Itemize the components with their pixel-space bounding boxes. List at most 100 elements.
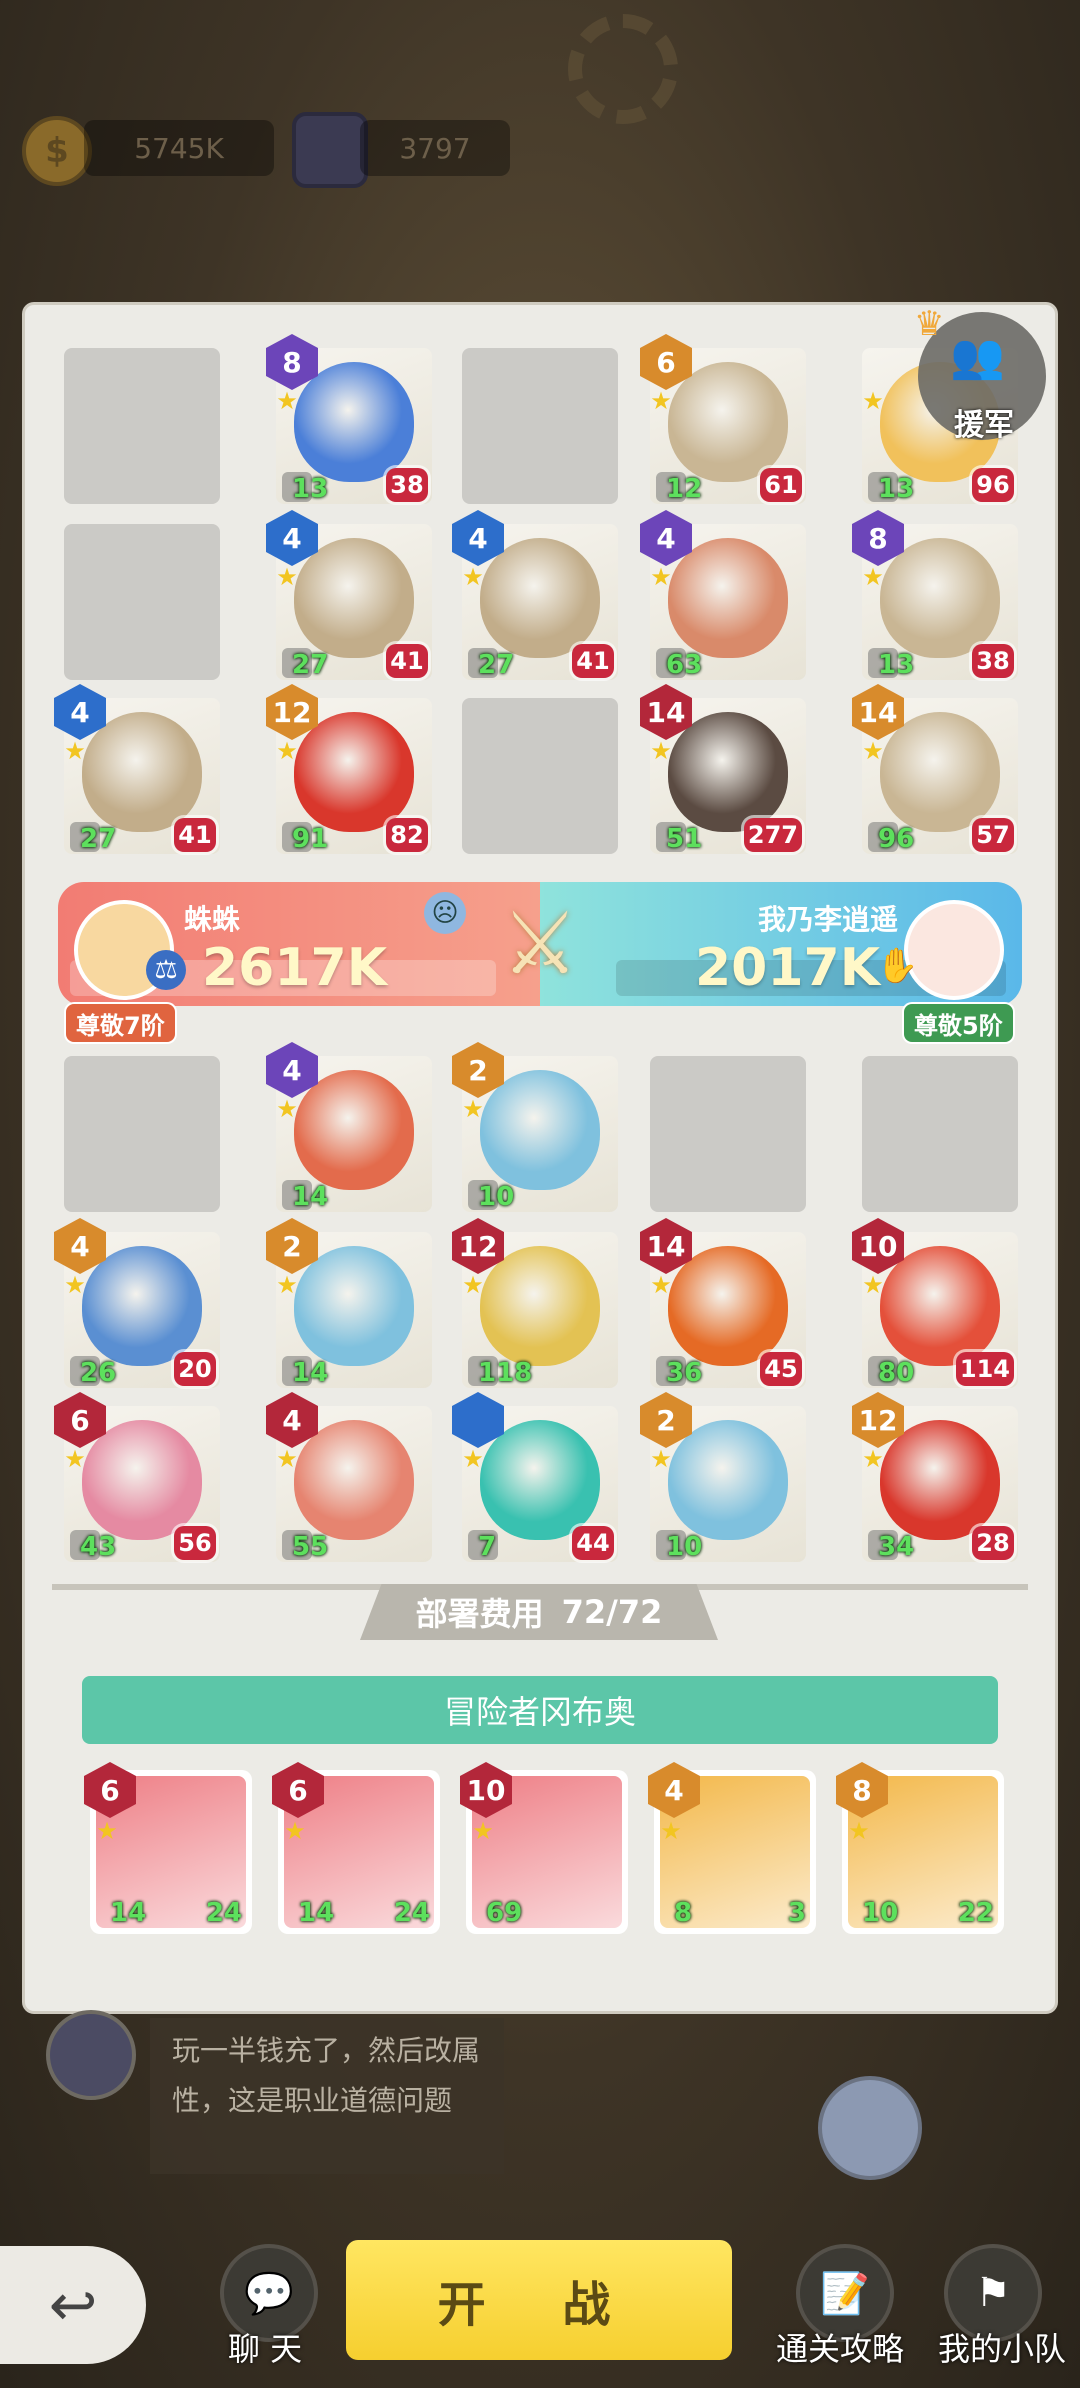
player-unit-card[interactable]: 12 ★ 34 28 [852,1392,1018,1562]
player-unit-card[interactable]: 2 ★ 10 [452,1042,618,1212]
star-icon: ★ [64,1445,86,1473]
unit-attack: 118 [478,1358,533,1388]
left-player-rank: 尊敬7阶 [66,1004,175,1042]
unit-portrait [880,712,1000,832]
player-unit-card[interactable]: 10 ★ 80 114 [852,1218,1018,1388]
unit-health: 41 [386,644,428,678]
player-unit-card[interactable]: 14 ★ 36 45 [640,1218,806,1388]
star-icon: ★ [276,1445,298,1473]
gear-decoration [568,14,678,124]
enemy-unit-card[interactable]: 4 ★ 27 41 [266,510,432,680]
unit-attack: 14 [110,1898,147,1928]
right-player-score: 2017K [694,938,880,998]
crossed-swords-icon: ⚔ [501,894,579,994]
enemy-unit-card[interactable]: 14 ★ 51 277 [640,684,806,854]
enemy-empty-slot[interactable] [64,524,220,680]
flag-icon: ⚑ [975,2270,1011,2316]
unit-attack: 27 [80,824,117,854]
unit-portrait [294,1246,414,1366]
balance-icon: ⚖ [146,950,186,990]
player-unit-card[interactable]: 12 ★ 118 [452,1218,618,1388]
unit-portrait [668,712,788,832]
unit-health: 96 [972,468,1014,502]
player-unit-card[interactable]: 6 ★ 43 56 [54,1392,220,1562]
bench-unit-card[interactable]: 8 ★ 10 22 [836,1762,1004,1934]
unit-portrait [480,1420,600,1540]
unit-portrait [480,538,600,658]
cold-emoji-icon: ☹ [424,892,466,934]
left-player-score: 2617K [202,938,388,998]
star-icon: ★ [660,1817,682,1845]
player-unit-card[interactable]: 4 ★ 14 [266,1042,432,1212]
right-player-rank: 尊敬5阶 [904,1004,1013,1042]
adventurer-tab[interactable]: 冒险者冈布奥 [82,1676,998,1744]
player-unit-card[interactable]: ★ 7 44 [452,1392,618,1562]
star-icon: ★ [64,737,86,765]
right-player-avatar[interactable] [904,900,1004,1000]
unit-portrait [294,1420,414,1540]
unit-portrait [880,1246,1000,1366]
star-icon: ★ [64,1271,86,1299]
player-empty-slot[interactable] [862,1056,1018,1212]
star-icon: ★ [462,563,484,591]
unit-portrait [880,538,1000,658]
chat-message: 玩一半钱充了，然后改属性，这是职业道德问题 [150,2018,504,2174]
bench-unit-card[interactable]: 6 ★ 14 24 [84,1762,252,1934]
enemy-unit-card[interactable]: 8 ★ 13 38 [266,334,432,504]
player-unit-card[interactable]: 4 ★ 55 [266,1392,432,1562]
enemy-unit-card[interactable]: 6 ★ 12 61 [640,334,806,504]
star-icon: ★ [276,387,298,415]
bench-unit-card[interactable]: 4 ★ 8 3 [648,1762,816,1934]
player-empty-slot[interactable] [650,1056,806,1212]
star-icon: ★ [284,1817,306,1845]
start-battle-button[interactable]: 开 战 [346,2240,732,2360]
unit-attack: 10 [862,1898,899,1928]
unit-health: 41 [572,644,614,678]
enemy-unit-card[interactable]: 12 ★ 91 82 [266,684,432,854]
deploy-cost: 部署费用 72/72 [360,1584,718,1640]
unit-portrait [668,1420,788,1540]
star-icon: ★ [862,737,884,765]
player-unit-card[interactable]: 4 ★ 26 20 [54,1218,220,1388]
star-icon: ★ [650,563,672,591]
unit-portrait [480,1070,600,1190]
unit-portrait [294,362,414,482]
unit-attack: 91 [292,824,329,854]
enemy-unit-card[interactable]: 14 ★ 96 57 [852,684,1018,854]
unit-attack: 14 [292,1358,329,1388]
bench-unit-card[interactable]: 10 ★ 69 [460,1762,628,1934]
unit-health: 277 [743,818,802,852]
player-empty-slot[interactable] [64,1056,220,1212]
team-button-label: 我的小队 [938,2330,1067,2368]
unit-health: 22 [957,1898,994,1928]
back-button[interactable]: ↩ [0,2246,146,2364]
right-player-name: 我乃李逍遥 [757,903,898,936]
unit-attack: 14 [292,1182,329,1212]
star-icon: ★ [462,1095,484,1123]
unit-attack: 12 [666,474,703,504]
star-icon: ★ [862,1271,884,1299]
enemy-empty-slot[interactable] [462,698,618,854]
unit-attack: 8 [674,1898,693,1928]
player-unit-card[interactable]: 2 ★ 14 [266,1218,432,1388]
gem-icon [292,112,368,188]
unit-attack: 10 [478,1182,515,1212]
enemy-empty-slot[interactable] [462,348,618,504]
enemy-unit-card[interactable]: 4 ★ 63 [640,510,806,680]
chat-avatar[interactable] [46,2010,136,2100]
player-unit-card[interactable]: 2 ★ 10 [640,1392,806,1562]
enemy-empty-slot[interactable] [64,348,220,504]
unit-portrait [880,1420,1000,1540]
unit-attack: 96 [878,824,915,854]
unit-attack: 27 [478,650,515,680]
enemy-unit-card[interactable]: 4 ★ 27 41 [452,510,618,680]
unit-attack: 7 [478,1532,497,1562]
enemy-unit-card[interactable]: 8 ★ 13 38 [852,510,1018,680]
enemy-unit-card[interactable]: 4 ★ 27 41 [54,684,220,854]
emoji-button[interactable] [818,2076,922,2180]
star-icon: ★ [472,1817,494,1845]
coin-icon: $ [22,116,92,186]
star-icon: ★ [462,1271,484,1299]
bench-unit-card[interactable]: 6 ★ 14 24 [272,1762,440,1934]
unit-health: 24 [205,1898,242,1928]
